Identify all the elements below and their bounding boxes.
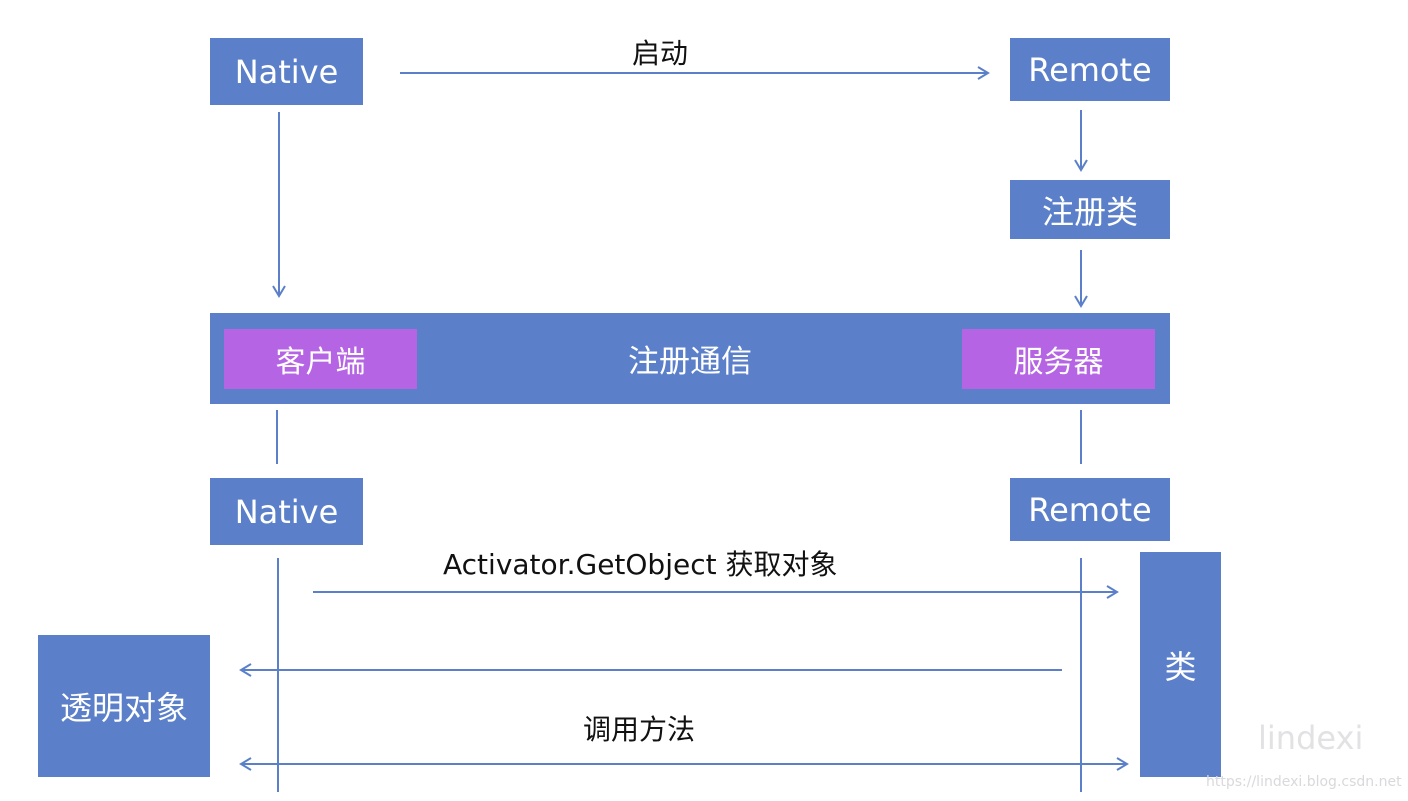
transparent-object-box: 透明对象 xyxy=(38,635,210,777)
remote-bottom-box: Remote xyxy=(1010,478,1170,541)
call-method-label: 调用方法 xyxy=(583,713,696,746)
watermark-name: lindexi xyxy=(1258,719,1364,757)
server-box: 服务器 xyxy=(962,329,1155,389)
watermark-url: https://lindexi.blog.csdn.net xyxy=(1206,774,1402,790)
client-box: 客户端 xyxy=(224,329,417,389)
register-class-box: 注册类 xyxy=(1010,180,1170,239)
start-label: 启动 xyxy=(632,37,689,70)
register-comm-label: 注册通信 xyxy=(628,344,752,380)
remote-top-box: Remote xyxy=(1010,38,1170,101)
native-top-box: Native xyxy=(210,38,363,105)
get-object-label: Activator.GetObject 获取对象 xyxy=(443,548,838,581)
native-bottom-box: Native xyxy=(210,478,363,545)
class-box: 类 xyxy=(1140,552,1221,777)
